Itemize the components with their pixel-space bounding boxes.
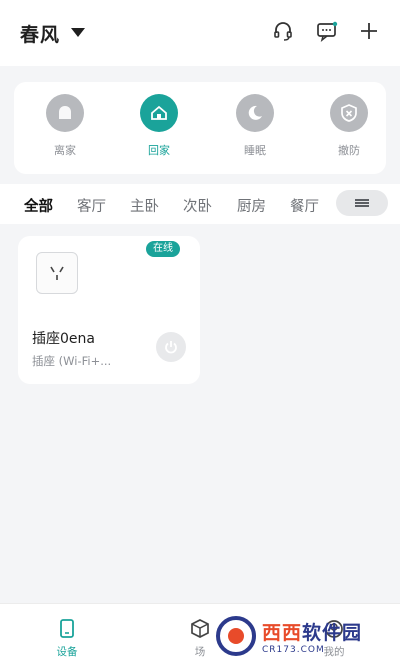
scene-label: 回家 <box>148 144 170 157</box>
scene-return-home[interactable]: 回家 <box>129 94 189 158</box>
tab-kitchen[interactable]: 厨房 <box>237 195 266 216</box>
home-name[interactable]: 春风 <box>20 20 60 47</box>
watermark: 西西软件园 CR173.COM <box>216 614 362 658</box>
moon-icon <box>236 94 274 132</box>
nav-devices[interactable]: 设备 <box>37 618 97 659</box>
headset-icon[interactable] <box>272 20 294 42</box>
scene-label: 撤防 <box>338 144 360 157</box>
home-icon <box>140 94 178 132</box>
watermark-brand: 西西 <box>262 621 303 644</box>
tab-all[interactable]: 全部 <box>24 195 53 216</box>
watermark-url: CR173.COM <box>262 644 325 655</box>
scene-sleep[interactable]: 睡眠 <box>225 94 285 158</box>
room-tabs: 全部 客厅 主卧 次卧 厨房 餐厅 <box>0 184 400 224</box>
device-icon <box>60 619 74 638</box>
menu-icon <box>355 199 369 207</box>
shield-icon <box>330 94 368 132</box>
watermark-brand-suffix: 软件园 <box>302 621 363 644</box>
watermark-logo-icon <box>216 616 256 656</box>
home-switch-chevron-down-icon[interactable] <box>71 28 85 37</box>
power-icon <box>165 341 177 354</box>
tab-master-bedroom[interactable]: 主卧 <box>130 195 159 216</box>
tab-living-room[interactable]: 客厅 <box>77 195 106 216</box>
room-menu-button[interactable] <box>336 190 388 216</box>
tab-dining-room[interactable]: 餐厅 <box>290 195 319 216</box>
cube-icon <box>191 619 209 638</box>
device-name: 插座0ena <box>32 331 95 347</box>
tab-second-bedroom[interactable]: 次卧 <box>183 195 212 216</box>
top-bar: 春风 <box>0 0 400 66</box>
message-icon[interactable] <box>316 20 338 42</box>
scene-leave-home[interactable]: 离家 <box>35 94 95 158</box>
device-card[interactable]: 在线 插座0ena 插座 (Wi-Fi+... <box>18 236 200 384</box>
socket-icon <box>36 252 78 294</box>
leave-home-icon <box>46 94 84 132</box>
scene-label: 离家 <box>54 144 76 157</box>
device-type: 插座 (Wi-Fi+... <box>32 354 112 368</box>
status-badge: 在线 <box>146 241 180 257</box>
scene-card: 离家 回家 睡眠 撤防 <box>14 82 386 174</box>
scene-disarm[interactable]: 撤防 <box>319 94 379 158</box>
add-icon[interactable] <box>358 20 380 42</box>
power-button[interactable] <box>156 332 186 362</box>
scene-label: 睡眠 <box>244 144 266 157</box>
nav-label: 设备 <box>56 646 78 658</box>
